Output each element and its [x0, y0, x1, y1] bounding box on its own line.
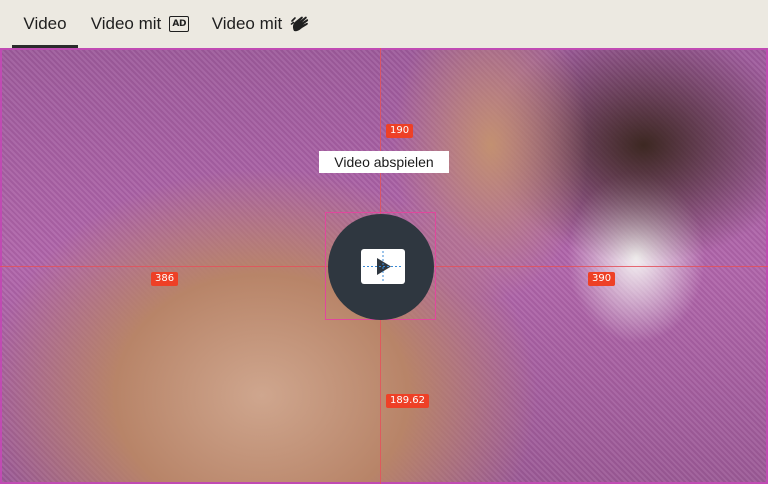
play-tooltip-label: Video abspielen	[334, 154, 434, 170]
tab-video-audio-description[interactable]: Video mit AD	[90, 0, 190, 48]
sign-language-icon	[290, 16, 309, 32]
play-tooltip: Video abspielen	[319, 151, 449, 173]
measure-bottom: 189.62	[386, 394, 429, 408]
tab-video-audio-description-label: Video mit	[90, 14, 162, 33]
tab-video[interactable]: Video	[12, 0, 78, 48]
audio-description-icon: AD	[169, 16, 190, 32]
tab-video-sign-language[interactable]: Video mit	[210, 0, 314, 48]
tab-video-label: Video	[23, 14, 67, 33]
play-icon-frame	[361, 249, 405, 284]
measure-right: 390	[588, 272, 616, 286]
measure-top: 190	[386, 124, 414, 138]
play-icon	[363, 251, 403, 282]
measure-left: 386	[151, 272, 179, 286]
media-tab-bar: Video Video mit AD Video mit	[0, 0, 768, 48]
tab-video-sign-language-label: Video mit	[211, 14, 283, 33]
